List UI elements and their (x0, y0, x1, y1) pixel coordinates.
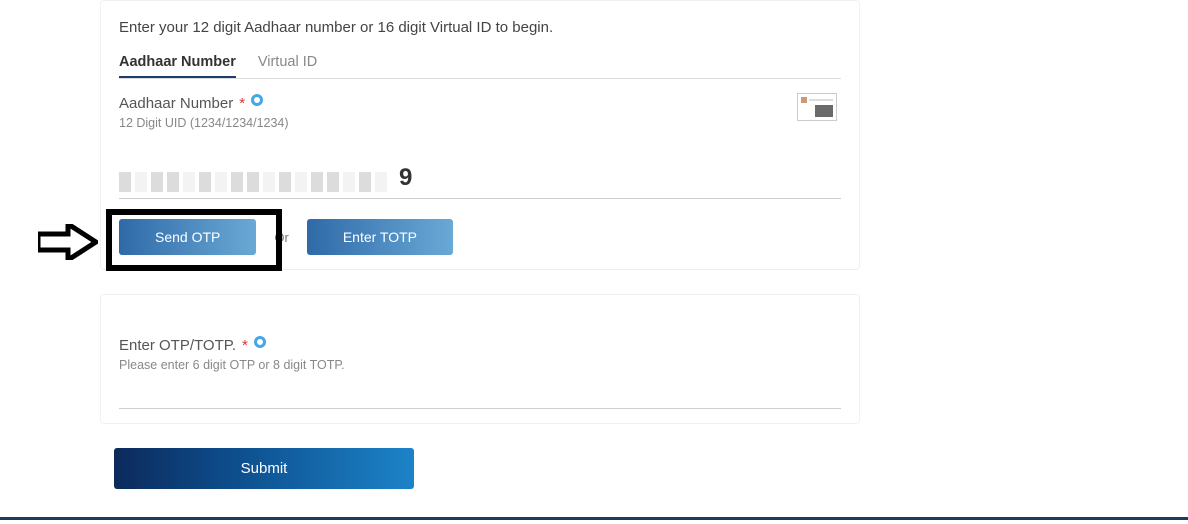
aadhaar-visible-digit: 9 (399, 164, 412, 192)
info-icon[interactable] (251, 94, 263, 106)
otp-label: Enter OTP/TOTP. (119, 337, 236, 354)
otp-card: Enter OTP/TOTP. * Please enter 6 digit O… (100, 294, 860, 424)
otp-field-header: Enter OTP/TOTP. * (119, 337, 841, 354)
footer-divider (0, 517, 1188, 520)
enter-totp-button[interactable]: Enter TOTP (307, 219, 453, 255)
aadhaar-sublabel: 12 Digit UID (1234/1234/1234) (119, 116, 841, 130)
intro-text: Enter your 12 digit Aadhaar number or 16… (119, 19, 841, 36)
required-mark: * (242, 337, 248, 354)
tab-virtual-id[interactable]: Virtual ID (258, 54, 317, 78)
id-type-tabs: Aadhaar Number Virtual ID (119, 54, 841, 79)
aadhaar-input[interactable]: 9 (119, 164, 841, 199)
otp-sublabel: Please enter 6 digit OTP or 8 digit TOTP… (119, 358, 841, 372)
redacted-digits (119, 172, 387, 192)
required-mark: * (239, 95, 245, 112)
aadhaar-field-header: Aadhaar Number * (119, 95, 841, 112)
send-otp-button[interactable]: Send OTP (119, 219, 256, 255)
aadhaar-label: Aadhaar Number (119, 95, 233, 112)
otp-input[interactable] (119, 408, 841, 409)
annotation-arrow-icon (38, 224, 98, 260)
submit-button[interactable]: Submit (114, 448, 414, 489)
otp-button-row: Send OTP Or Enter TOTP (119, 219, 841, 255)
tab-aadhaar-number[interactable]: Aadhaar Number (119, 54, 236, 78)
info-icon[interactable] (254, 336, 266, 348)
aadhaar-card: Enter your 12 digit Aadhaar number or 16… (100, 0, 860, 270)
or-text: Or (274, 230, 288, 245)
aadhaar-card-thumbnail-icon (797, 93, 837, 121)
